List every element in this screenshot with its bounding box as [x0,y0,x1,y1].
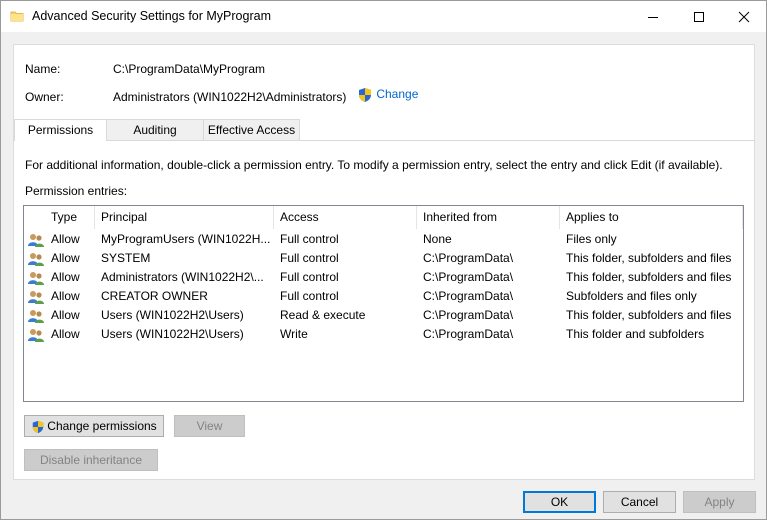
cell-applies-to: This folder, subfolders and files [566,270,732,284]
users-icon [28,253,44,266]
tab-divider [13,140,755,141]
cell-applies-to: Subfolders and files only [566,289,697,303]
info-text: For additional information, double-click… [25,158,723,172]
name-label: Name: [25,62,61,76]
cell-type: Allow [51,232,80,246]
cell-access: Full control [280,270,339,284]
title-bar[interactable]: Advanced Security Settings for MyProgram [1,1,766,32]
cell-type: Allow [51,251,80,265]
minimize-button[interactable] [630,1,676,32]
maximize-icon [694,11,704,22]
cell-principal: Users (WIN1022H2\Users) [101,327,244,341]
tab-auditing[interactable]: Auditing [106,119,204,141]
owner-value: Administrators (WIN1022H2\Administrators… [113,90,347,104]
cell-inherited-from: C:\ProgramData\ [423,289,514,303]
uac-shield-icon [359,88,371,102]
cell-access: Full control [280,251,339,265]
users-icon [28,234,44,247]
permission-entries-label: Permission entries: [25,184,128,198]
users-icon [28,310,44,323]
advanced-security-settings-window: Advanced Security Settings for MyProgram… [0,0,767,520]
tab-effective-access[interactable]: Effective Access [203,119,300,141]
cancel-button[interactable]: Cancel [603,491,676,513]
column-header-inherited-from[interactable]: Inherited from [417,206,560,229]
cell-principal: SYSTEM [101,251,151,265]
close-button[interactable] [721,1,767,32]
cell-access: Write [280,327,308,341]
cell-applies-to: This folder, subfolders and files [566,251,732,265]
name-value: C:\ProgramData\MyProgram [113,62,266,76]
column-header-principal[interactable]: Principal [95,206,274,229]
disable-inheritance-button[interactable]: Disable inheritance [24,449,158,471]
change-permissions-label: Change permissions [47,419,157,433]
cell-principal: MyProgramUsers (WIN1022H... [101,232,271,246]
window-title: Advanced Security Settings for MyProgram [32,9,271,23]
minimize-icon [648,16,658,18]
uac-shield-icon [33,420,44,433]
cell-access: Full control [280,232,339,246]
folder-icon [10,11,24,22]
users-icon [28,329,44,342]
change-permissions-button[interactable]: Change permissions [24,415,164,437]
cell-inherited-from: None [423,232,452,246]
column-header-type[interactable]: Type [45,206,95,229]
cell-applies-to: Files only [566,232,617,246]
table-row[interactable]: Allow CREATOR OWNER Full control C:\Prog… [24,287,743,306]
users-icon [28,272,44,285]
cell-inherited-from: C:\ProgramData\ [423,308,514,322]
maximize-button[interactable] [676,1,722,32]
cell-applies-to: This folder and subfolders [566,327,705,341]
view-button[interactable]: View [174,415,245,437]
cell-access: Full control [280,289,339,303]
list-header: Type Principal Access Inherited from App… [24,206,743,229]
change-owner-link-text[interactable]: Change [376,87,418,101]
table-row[interactable]: Allow Users (WIN1022H2\Users) Read & exe… [24,306,743,325]
cell-type: Allow [51,270,80,284]
table-row[interactable]: Allow Administrators (WIN1022H2\... Full… [24,268,743,287]
cell-inherited-from: C:\ProgramData\ [423,270,514,284]
table-row[interactable]: Allow SYSTEM Full control C:\ProgramData… [24,249,743,268]
users-icon [28,291,44,304]
tab-permissions[interactable]: Permissions [14,119,107,141]
cell-type: Allow [51,327,80,341]
column-header-applies-to[interactable]: Applies to [560,206,743,229]
column-header-access[interactable]: Access [274,206,417,229]
cell-principal: Users (WIN1022H2\Users) [101,308,244,322]
cell-principal: Administrators (WIN1022H2\... [101,270,264,284]
owner-label: Owner: [25,90,64,104]
ok-button[interactable]: OK [523,491,596,513]
cell-inherited-from: C:\ProgramData\ [423,327,514,341]
cell-access: Read & execute [280,308,366,322]
close-icon [738,11,750,22]
cell-type: Allow [51,289,80,303]
cell-applies-to: This folder, subfolders and files [566,308,732,322]
cell-type: Allow [51,308,80,322]
table-row[interactable]: Allow MyProgramUsers (WIN1022H... Full c… [24,230,743,249]
apply-button[interactable]: Apply [683,491,756,513]
permission-entries-list[interactable]: Type Principal Access Inherited from App… [23,205,744,402]
table-row[interactable]: Allow Users (WIN1022H2\Users) Write C:\P… [24,325,743,344]
cell-principal: CREATOR OWNER [101,289,208,303]
owner-change-link[interactable]: Change [357,87,418,103]
cell-inherited-from: C:\ProgramData\ [423,251,514,265]
